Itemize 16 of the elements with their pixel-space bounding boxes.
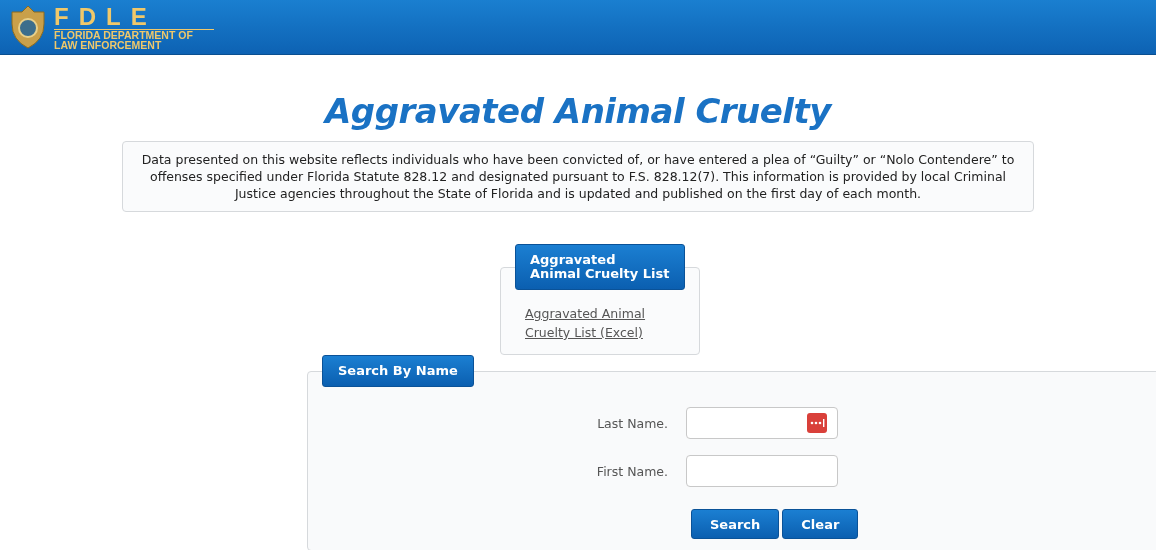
badge-logo-icon: [8, 4, 48, 50]
logo-subtitle: FLORIDA DEPARTMENT OF: [54, 29, 194, 40]
page-title: Aggravated Animal Cruelty: [322, 91, 834, 131]
logo-title: FDLE: [54, 4, 214, 30]
clear-button[interactable]: Clear: [782, 509, 859, 539]
name-input-field[interactable]: [686, 407, 838, 439]
field-label: Last Name.: [597, 415, 668, 431]
excel-link[interactable]: Aggravated Animal Cruelty List (Excel): [525, 304, 675, 342]
logo-subtitle: LAW ENFORCEMENT: [54, 39, 162, 50]
search-button[interactable]: Search: [691, 509, 780, 539]
name-input-field[interactable]: [686, 455, 838, 487]
search-tab[interactable]: Search By Name: [322, 355, 474, 387]
field-label: First Name.: [596, 463, 668, 479]
notice-text: Data presented on this website reflects individuals who have been convicted of, or have entered a plea of “Guilty” or “Nolo Contendere” to offenses specified under Florida Statute 828.12 and designated pursuant to F.S. 828.12(7). This information is provided by local Criminal Justice agencies throughout the State of Florida and is updated and published on the first day of each month.: [122, 141, 1034, 212]
list-tab[interactable]: Aggravated Animal Cruelty List: [515, 244, 685, 290]
password-manager-icon[interactable]: [807, 413, 827, 433]
